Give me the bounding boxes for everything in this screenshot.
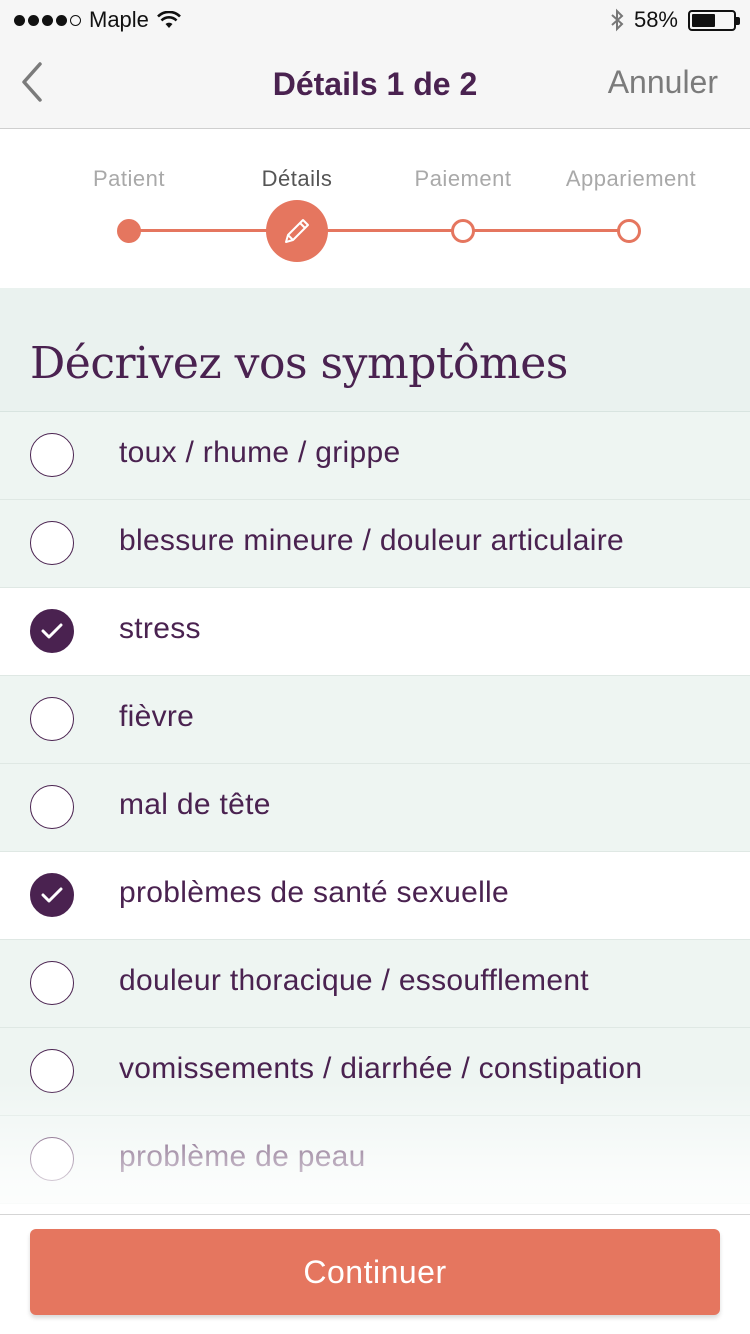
step-label-paiement: Paiement [414,166,512,191]
battery-icon [688,9,740,31]
step-node-details[interactable] [266,200,328,262]
symptom-label: problème de peau [119,1140,366,1173]
carrier-name: Maple [89,7,149,32]
symptom-label: douleur thoracique / essoufflement [119,964,589,997]
signal-strength-icon [14,14,81,26]
status-bar: Maple 58% [0,0,750,40]
section-title: Décrivez vos symptômes [30,338,568,389]
radio-button[interactable] [30,433,74,477]
symptom-label: fièvre [119,700,195,733]
wifi-icon [157,11,181,28]
symptom-item[interactable]: fièvre [0,676,750,764]
symptom-item[interactable]: toux / rhume / grippe [0,412,750,500]
step-label-patient: Patient [93,166,165,191]
symptom-item[interactable]: blessure mineure / douleur articulaire [0,500,750,588]
symptom-item[interactable]: problème de peau [0,1116,750,1204]
symptom-label: vomissements / diarrhée / constipation [119,1052,643,1085]
status-right: 58% [610,7,740,33]
symptom-label: toux / rhume / grippe [119,436,401,469]
symptom-label: stress [119,612,201,645]
step-node-patient[interactable] [117,219,141,243]
step-node-appariement [617,219,641,243]
bluetooth-icon [611,8,624,32]
navigation-bar: Détails 1 de 2 Annuler [0,40,750,129]
step-label-appariement: Appariement [565,166,697,191]
pencil-icon [285,219,309,243]
radio-button[interactable] [30,1137,74,1181]
step-node-paiement [451,219,475,243]
symptom-label: blessure mineure / douleur articulaire [119,524,624,557]
symptom-item[interactable]: problèmes de santé sexuelle [0,852,750,940]
progress-stepper: Patient Détails Paiement Appariement [0,130,750,288]
radio-button[interactable] [30,697,74,741]
symptom-item[interactable]: stress [0,588,750,676]
battery-percentage: 58% [633,7,678,32]
checkmark-icon [41,887,63,903]
radio-button[interactable] [30,961,74,1005]
footer: Continuer [0,1214,750,1334]
symptom-item[interactable]: douleur thoracique / essoufflement [0,940,750,1028]
step-label-details: Détails [261,166,333,191]
symptom-item[interactable]: vomissements / diarrhée / constipation [0,1028,750,1116]
section-header: Décrivez vos symptômes [0,288,750,412]
symptom-item[interactable]: mal de tête [0,764,750,852]
symptom-list: toux / rhume / grippe blessure mineure /… [0,412,750,1204]
radio-button[interactable] [30,785,74,829]
radio-button[interactable] [30,521,74,565]
radio-button-checked[interactable] [30,873,74,917]
status-left: Maple [14,7,181,33]
symptom-label: problèmes de santé sexuelle [119,876,509,909]
radio-button[interactable] [30,1049,74,1093]
checkmark-icon [41,623,63,639]
cancel-button[interactable]: Annuler [608,64,718,101]
continue-button[interactable]: Continuer [30,1229,720,1315]
symptom-label: mal de tête [119,788,271,821]
radio-button-checked[interactable] [30,609,74,653]
stepper-track [129,229,629,232]
